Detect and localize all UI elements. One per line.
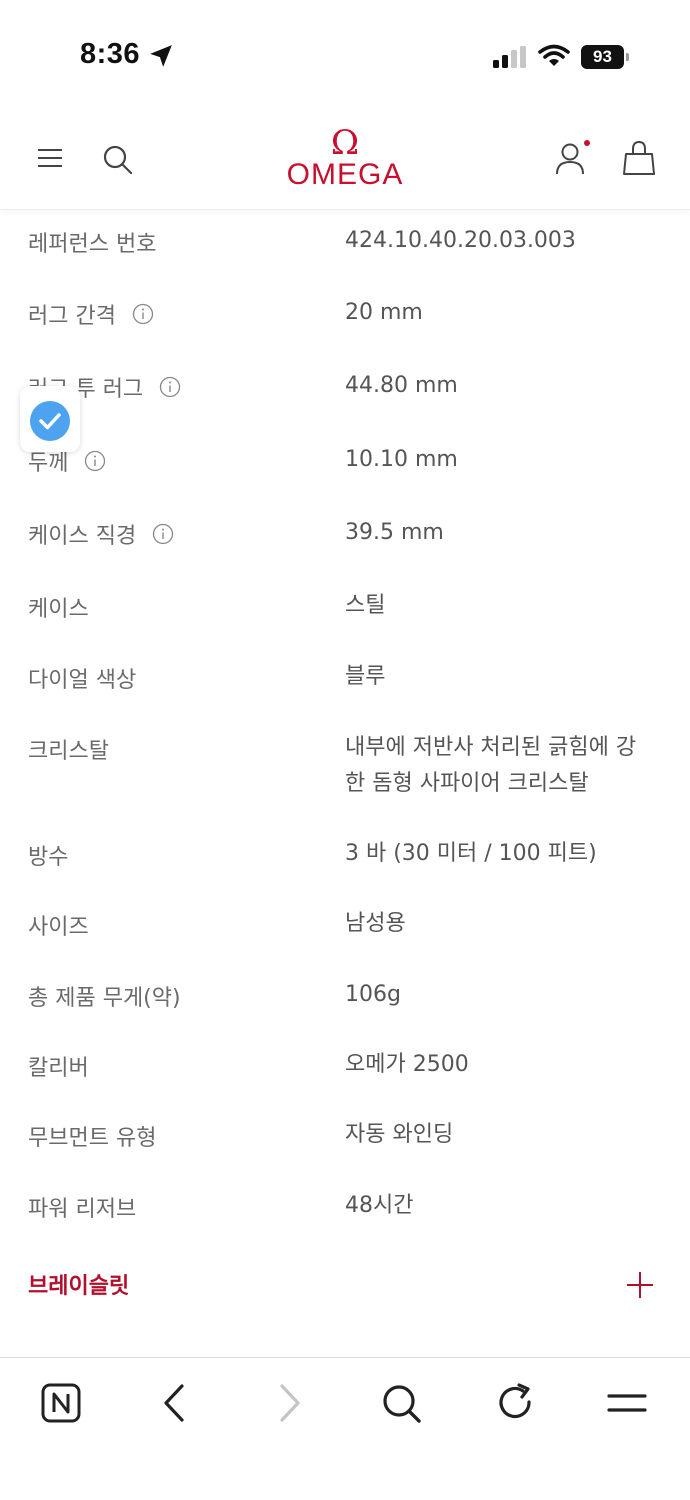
spec-label: 케이스 직경 [28,524,137,549]
spec-value: 44.80 mm [345,373,458,398]
back-arrow-icon[interactable] [152,1380,198,1426]
battery-level: 93 [581,45,624,69]
check-circle-icon [30,401,70,441]
naver-n-icon[interactable] [38,1380,84,1426]
spec-value: 20 mm [345,300,423,325]
spec-label: 무브먼트 유형 [28,1126,157,1151]
reload-icon[interactable] [492,1380,538,1426]
spec-label: 방수 [28,845,69,870]
info-icon[interactable] [152,523,174,545]
bracelet-accordion[interactable]: 브레이슬릿 [0,1262,690,1312]
cellular-signal-icon [493,46,526,68]
spec-value: 오메가 2500 [345,1052,469,1077]
spec-label-wrap: 러그 간격 [28,298,154,330]
spec-label: 러그 간격 [28,304,116,329]
spec-label-wrap: 케이스 직경 [28,518,174,550]
status-time: 8:36 [80,38,141,70]
menu-icon[interactable] [604,1380,650,1426]
floating-check-badge[interactable] [20,386,80,452]
spec-value: 내부에 저반사 처리된 긁힘에 강한 돔형 사파이어 크리스탈 [345,735,637,796]
spec-value: 48시간 [345,1193,414,1218]
spec-value: 남성용 [345,911,406,936]
spec-label: 사이즈 [28,915,89,940]
spec-value: 3 바 (30 미터 / 100 피트) [345,841,597,866]
user-account-icon[interactable] [554,140,590,178]
spec-label: 총 제품 무게(약) [28,986,181,1011]
spec-value: 424.10.40.20.03.003 [345,228,576,253]
wifi-icon [538,44,570,66]
bracelet-label: 브레이슬릿 [28,1274,130,1299]
spec-label: 칼리버 [28,1056,89,1081]
spec-label: 크리스탈 [28,739,109,764]
omega-logo[interactable]: Ω OMEGA [280,126,410,196]
location-arrow-icon [150,45,172,67]
info-icon[interactable] [84,450,106,472]
site-header: Ω OMEGA [0,110,690,210]
spec-label: 다이얼 색상 [28,668,137,693]
spec-label: 케이스 [28,597,89,622]
status-bar: 8:36 93 [0,0,690,110]
forward-arrow-icon[interactable] [266,1380,312,1426]
search-icon[interactable] [378,1380,424,1426]
shopping-bag-icon[interactable] [622,140,656,176]
spec-label: 파워 리저브 [28,1197,137,1222]
spec-value: 스틸 [345,593,386,618]
browser-toolbar [0,1357,690,1500]
hamburger-menu-icon[interactable] [36,146,64,170]
spec-value: 106g [345,982,401,1007]
search-icon[interactable] [102,144,134,176]
omega-logo-symbol: Ω [330,123,360,163]
battery-tip [626,53,629,61]
omega-logo-text: OMEGA [286,158,404,191]
spec-value: 블루 [345,664,386,689]
battery-indicator: 93 [581,45,629,69]
info-icon[interactable] [132,303,154,325]
spec-label: 레퍼런스 번호 [28,232,157,257]
spec-value: 39.5 mm [345,520,444,545]
spec-value: 자동 와인딩 [345,1122,454,1147]
plus-icon[interactable] [625,1270,655,1300]
spec-value: 10.10 mm [345,447,458,472]
info-icon[interactable] [159,376,181,398]
